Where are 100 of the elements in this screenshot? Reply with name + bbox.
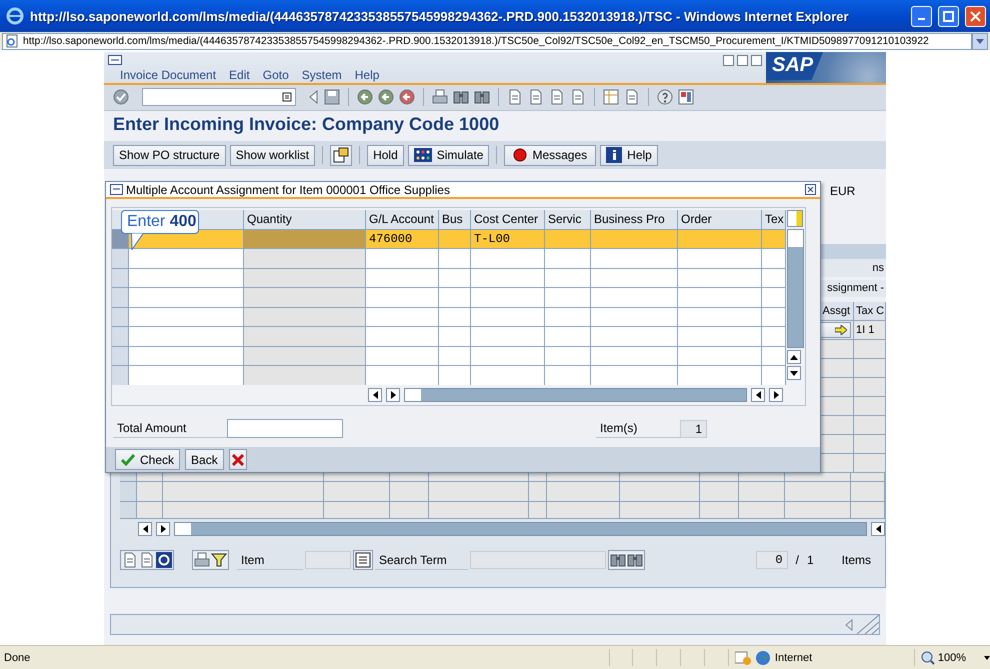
- scrollbar[interactable]: [404, 388, 747, 402]
- column-header[interactable]: Bus: [439, 210, 471, 230]
- table-cell[interactable]: [762, 249, 786, 269]
- show-worklist-button[interactable]: Show worklist: [230, 144, 316, 166]
- left-triangle-icon[interactable]: [309, 90, 319, 104]
- table-cell[interactable]: [678, 249, 762, 269]
- row-selector[interactable]: [112, 288, 129, 308]
- table-cell[interactable]: [545, 346, 591, 366]
- scroll-left-button[interactable]: [138, 522, 152, 536]
- table-cell[interactable]: [591, 346, 678, 366]
- dropdown-button[interactable]: [972, 32, 988, 50]
- table-cell[interactable]: [678, 327, 762, 347]
- table-cell[interactable]: [244, 249, 366, 269]
- table-cell[interactable]: [471, 268, 545, 288]
- row-selector[interactable]: [112, 366, 129, 386]
- table-cell[interactable]: [591, 308, 678, 328]
- row-selector[interactable]: [112, 327, 129, 347]
- table-cell[interactable]: [471, 249, 545, 269]
- back-icon[interactable]: [357, 89, 373, 106]
- messages-button[interactable]: Messages: [504, 144, 596, 166]
- icon-button[interactable]: [330, 144, 352, 166]
- address-field[interactable]: http://lso.saponeworld.com/lms/media/(4446357874233538557545998294362-.PRD.900.1532013918.)/TSC50e_Col92/TSC50e_Col92_en_TSCM50_Procurement_I/KTMID5098977091210103922: [2, 32, 972, 50]
- table-cell[interactable]: [591, 230, 678, 250]
- table-cell[interactable]: [762, 268, 786, 288]
- table-cell[interactable]: [244, 308, 366, 328]
- filter-icon[interactable]: [211, 552, 227, 568]
- table-cell[interactable]: [591, 288, 678, 308]
- table-cell[interactable]: [545, 366, 591, 386]
- table-cell[interactable]: [129, 366, 244, 386]
- find-next-icon[interactable]: [627, 552, 643, 568]
- cancel-icon[interactable]: [399, 89, 415, 106]
- table-cell[interactable]: [591, 327, 678, 347]
- table-cell[interactable]: [244, 268, 366, 288]
- printer-icon[interactable]: [194, 552, 210, 568]
- table-cell[interactable]: [366, 327, 439, 347]
- table-cell[interactable]: [545, 230, 591, 250]
- row-selector[interactable]: [120, 482, 137, 502]
- table-cell[interactable]: [129, 346, 244, 366]
- scroll-right-button[interactable]: [386, 388, 400, 402]
- back-button[interactable]: Back: [185, 449, 224, 470]
- table-cell[interactable]: [762, 308, 786, 328]
- menu-item[interactable]: Invoice Document: [120, 68, 216, 82]
- maximize-button[interactable]: [938, 6, 959, 26]
- exit-icon[interactable]: [378, 89, 394, 106]
- table-cell[interactable]: [244, 327, 366, 347]
- scrollbar[interactable]: [174, 522, 867, 536]
- table-cell[interactable]: [129, 288, 244, 308]
- help-button[interactable]: Help: [600, 144, 658, 166]
- column-header[interactable]: Business Pro: [591, 210, 678, 230]
- column-header[interactable]: Tex: [762, 210, 786, 230]
- simulate-button[interactable]: Simulate: [408, 144, 490, 166]
- page-icon[interactable]: [528, 89, 544, 106]
- enter-icon[interactable]: [113, 89, 129, 106]
- table-cell[interactable]: [439, 327, 471, 347]
- page-icon[interactable]: [549, 89, 565, 106]
- help-icon[interactable]: [657, 89, 673, 106]
- page-icon[interactable]: [570, 89, 586, 106]
- table-cell[interactable]: [471, 308, 545, 328]
- table-cell[interactable]: [678, 268, 762, 288]
- scroll-left-button[interactable]: [368, 388, 382, 402]
- menu-item[interactable]: Edit: [229, 68, 250, 82]
- table-cell[interactable]: [591, 249, 678, 269]
- table-cell[interactable]: [762, 346, 786, 366]
- table-cell[interactable]: [471, 346, 545, 366]
- row-selector[interactable]: [112, 346, 129, 366]
- scroll-right-button[interactable]: [769, 388, 783, 402]
- table-cell[interactable]: [439, 308, 471, 328]
- table-cell[interactable]: [244, 346, 366, 366]
- table-cell[interactable]: [545, 288, 591, 308]
- refresh-icon[interactable]: [156, 552, 172, 568]
- table-cell[interactable]: [471, 288, 545, 308]
- check-button[interactable]: Check: [115, 449, 180, 470]
- item-field[interactable]: [305, 551, 351, 569]
- table-cell[interactable]: [244, 366, 366, 386]
- restore-button[interactable]: [737, 55, 748, 66]
- minimize-button[interactable]: [723, 55, 734, 66]
- arrow-button[interactable]: [820, 322, 851, 338]
- table-cell[interactable]: [762, 327, 786, 347]
- find-next-icon[interactable]: [474, 89, 490, 106]
- scroll-right-button[interactable]: [156, 522, 170, 536]
- menu-icon[interactable]: [108, 55, 122, 65]
- page-icon[interactable]: [139, 552, 155, 568]
- column-header[interactable]: Cost Center: [471, 210, 545, 230]
- position-field[interactable]: 0: [756, 551, 788, 569]
- table-cell[interactable]: [678, 308, 762, 328]
- column-header[interactable]: Order: [678, 210, 762, 230]
- menu-item[interactable]: Goto: [262, 68, 289, 82]
- table-cell[interactable]: [762, 366, 786, 386]
- table-cell[interactable]: [366, 346, 439, 366]
- command-field[interactable]: [142, 88, 296, 106]
- table-cell[interactable]: [471, 327, 545, 347]
- hold-button[interactable]: Hold: [367, 144, 404, 166]
- find-icon[interactable]: [610, 552, 626, 568]
- row-selector[interactable]: [112, 249, 129, 269]
- close-button[interactable]: [751, 55, 762, 66]
- table-cell[interactable]: [762, 230, 786, 250]
- table-cell[interactable]: [366, 249, 439, 269]
- table-cell[interactable]: [366, 268, 439, 288]
- find-icon[interactable]: [453, 89, 469, 106]
- table-cell[interactable]: [129, 308, 244, 328]
